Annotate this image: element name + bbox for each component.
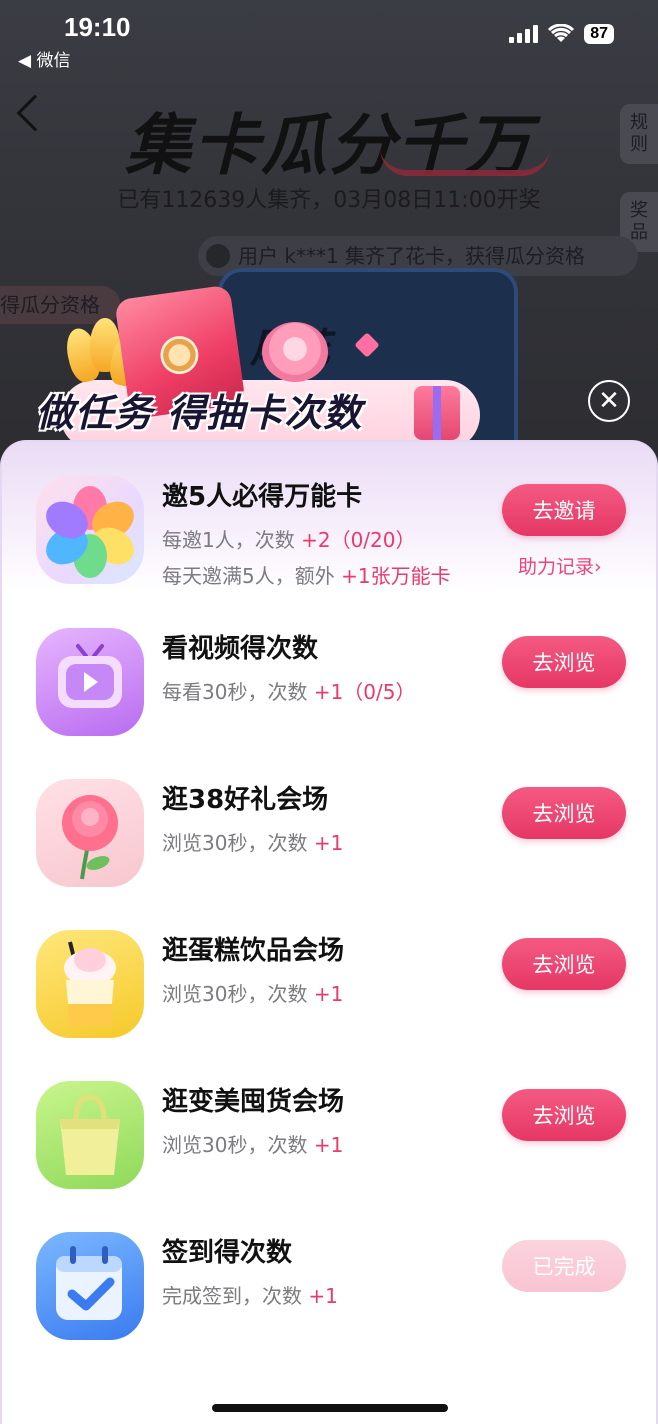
task-sheet: 邀5人必得万能卡 每邀1人，次数 +2（0/20） 每天邀满5人，额外 +1张万… <box>0 440 658 1424</box>
gift-box-decoration <box>414 386 460 440</box>
task-title: 逛蛋糕饮品会场 <box>162 936 345 966</box>
task-bonus-description: 每天邀满5人，额外 +1张万能卡 <box>162 560 451 589</box>
task-item-checkin: 签到得次数 完成签到，次数 +1 已完成 <box>2 1198 658 1340</box>
task-desc-text: 浏览30秒，次数 <box>162 982 314 1006</box>
task-desc-text: 浏览30秒，次数 <box>162 1133 314 1157</box>
task-description: 浏览30秒，次数 +1 <box>162 1129 343 1158</box>
task-item-cake-drink-venue: 逛蛋糕饮品会场 浏览30秒，次数 +1 去浏览 <box>2 896 658 1038</box>
page-title: 集卡瓜分千万 <box>125 107 533 184</box>
rules-tab-label: 规则 <box>630 112 648 155</box>
task-desc-text: 每看30秒，次数 <box>162 680 314 704</box>
invite-button[interactable]: 去邀请 <box>502 484 626 536</box>
task-title: 邀5人必得万能卡 <box>162 482 363 512</box>
browse-button[interactable]: 去浏览 <box>502 636 626 688</box>
task-title: 签到得次数 <box>162 1238 293 1268</box>
title-swoosh-decoration <box>380 148 550 176</box>
bag-icon <box>36 1081 144 1189</box>
popup-heading: 做任务 得抽卡次数 <box>36 391 363 435</box>
task-desc-text: 每邀1人，次数 <box>162 528 302 552</box>
status-icons: 87 <box>509 24 614 44</box>
close-icon[interactable]: ✕ <box>588 380 630 422</box>
task-item-invite: 邀5人必得万能卡 每邀1人，次数 +2（0/20） 每天邀满5人，额外 +1张万… <box>2 442 658 588</box>
task-bonus-reward: +1张万能卡 <box>341 564 451 588</box>
browse-button[interactable]: 去浏览 <box>502 787 626 839</box>
browse-button[interactable]: 去浏览 <box>502 1089 626 1141</box>
assist-record-link[interactable]: 助力记录› <box>518 552 602 579</box>
task-desc-text: 完成签到，次数 <box>162 1284 309 1308</box>
task-bonus-text: 每天邀满5人，额外 <box>162 564 342 588</box>
participants-subtitle: 已有112639人集齐，03月08日11:00开奖 <box>117 188 541 213</box>
task-reward: +1 <box>313 831 344 855</box>
home-indicator[interactable] <box>212 1404 448 1412</box>
task-item-38-gift-venue: 逛38好礼会场 浏览30秒，次数 +1 去浏览 <box>2 745 658 887</box>
rules-tab[interactable]: 规则 <box>620 104 658 164</box>
task-title: 看视频得次数 <box>162 634 319 664</box>
task-item-video: 看视频得次数 每看30秒，次数 +1（0/5） 去浏览 <box>2 594 658 736</box>
task-reward: +1 <box>308 1284 338 1308</box>
flower-icon <box>36 476 144 584</box>
task-description: 完成签到，次数 +1 <box>162 1280 338 1309</box>
task-title: 逛变美囤货会场 <box>162 1087 345 1117</box>
calendar-check-icon <box>36 1232 144 1340</box>
task-title: 逛38好礼会场 <box>162 785 329 815</box>
cake-drink-icon <box>36 930 144 1038</box>
rose-icon <box>36 779 144 887</box>
completed-button: 已完成 <box>502 1240 626 1292</box>
task-description: 每邀1人，次数 +2（0/20） <box>162 524 416 553</box>
browse-button[interactable]: 去浏览 <box>502 938 626 990</box>
task-reward: +1 <box>313 982 344 1006</box>
status-time: 19:10 <box>64 12 131 42</box>
rose-decoration <box>262 322 328 382</box>
wifi-icon <box>548 24 575 42</box>
user-avatar <box>206 244 230 268</box>
task-reward: +2（0/20） <box>301 528 416 552</box>
task-description: 每看30秒，次数 +1（0/5） <box>162 676 415 705</box>
task-desc-text: 浏览30秒，次数 <box>162 831 314 855</box>
prizes-tab-label: 奖品 <box>630 200 648 243</box>
back-to-wechat-link[interactable]: ◀ 微信 <box>18 46 70 71</box>
task-reward: +1（0/5） <box>313 680 416 704</box>
task-description: 浏览30秒，次数 +1 <box>162 978 343 1007</box>
battery-indicator: 87 <box>584 24 614 44</box>
signal-icon <box>509 25 539 43</box>
task-description: 浏览30秒，次数 +1 <box>162 827 343 856</box>
task-item-beauty-venue: 逛变美囤货会场 浏览30秒，次数 +1 去浏览 <box>2 1047 658 1189</box>
ticker-text: 用户 k***1 集齐了花卡，获得瓜分资格 <box>238 244 586 268</box>
task-reward: +1 <box>313 1133 344 1157</box>
tv-icon <box>36 628 144 736</box>
